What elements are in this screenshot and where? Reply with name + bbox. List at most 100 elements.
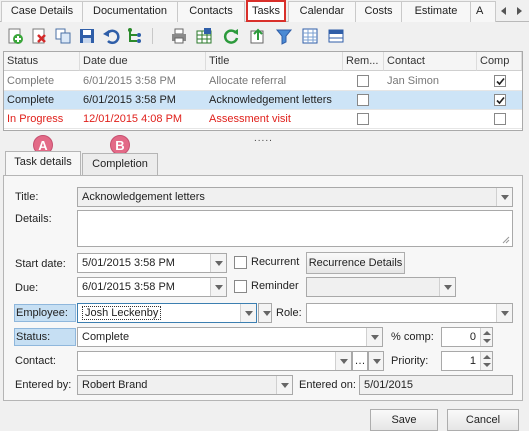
entered-on-value: 5/01/2015	[364, 379, 413, 391]
chevron-down-icon[interactable]	[210, 278, 226, 296]
contact-dropdown-button[interactable]	[368, 351, 384, 371]
table-row[interactable]: Complete 6/01/2015 3:58 PM Allocate refe…	[4, 72, 522, 91]
start-date-value: 5/01/2015 3:58 PM	[82, 257, 175, 269]
due-date-field[interactable]: 6/01/2015 3:58 PM	[77, 277, 227, 297]
title-value: Acknowledgement letters	[82, 191, 205, 203]
cell-status: In Progress	[7, 113, 64, 125]
add-icon[interactable]	[6, 27, 24, 45]
scroll-right-icon[interactable]	[512, 4, 526, 18]
reminder-date-field[interactable]	[306, 277, 456, 297]
recurrent-label: Recurrent	[251, 256, 300, 268]
filter-icon[interactable]	[275, 27, 293, 45]
entered-on-label: Entered on:	[299, 379, 356, 391]
table-row-selected[interactable]: Complete 6/01/2015 3:58 PM Acknowledgeme…	[4, 91, 522, 110]
reminder-checkbox[interactable]	[234, 280, 247, 293]
priority-field[interactable]: 1	[441, 351, 493, 371]
reminder-checkbox[interactable]	[357, 94, 369, 106]
role-label: Role:	[276, 307, 302, 319]
title-field[interactable]: Acknowledgement letters	[77, 187, 513, 207]
complete-checkbox[interactable]	[494, 75, 506, 87]
copy-icon[interactable]	[54, 27, 72, 45]
tab-costs[interactable]: Costs	[355, 1, 402, 22]
employee-value: Josh Leckenby	[82, 306, 162, 320]
column-header-reminder[interactable]: Rem...	[343, 52, 384, 71]
cell-status: Complete	[7, 75, 55, 87]
role-field[interactable]	[306, 303, 513, 323]
save-button[interactable]: Save	[370, 409, 438, 431]
upload-icon[interactable]	[249, 27, 267, 45]
tree-icon[interactable]	[126, 27, 144, 45]
chevron-down-icon[interactable]	[439, 278, 455, 296]
chevron-down-icon[interactable]	[259, 304, 271, 322]
module-tab-strip: Case Details Documentation Contacts Task…	[0, 0, 529, 22]
entered-by-field[interactable]: Robert Brand	[77, 375, 293, 395]
tab-completion[interactable]: Completion	[82, 153, 158, 175]
column-header-title[interactable]: Title	[206, 52, 343, 71]
chevron-down-icon[interactable]	[276, 376, 292, 394]
percent-complete-value: 0	[469, 331, 476, 343]
contact-browse-button[interactable]: …	[352, 351, 368, 371]
recurrence-details-button[interactable]: Recurrence Details	[306, 252, 405, 274]
save-icon[interactable]	[78, 27, 96, 45]
priority-label: Priority:	[391, 355, 429, 367]
chevron-down-icon[interactable]	[366, 328, 382, 346]
employee-dropdown-button[interactable]	[258, 303, 272, 323]
grid-icon[interactable]	[301, 27, 319, 45]
print-icon[interactable]	[170, 27, 188, 45]
chevron-down-icon[interactable]	[496, 304, 512, 322]
employee-label: Employee:	[14, 304, 76, 322]
column-header-status[interactable]: Status	[4, 52, 80, 71]
chevron-down-icon[interactable]	[369, 352, 383, 370]
reminder-checkbox[interactable]	[357, 113, 369, 125]
column-header-date-due[interactable]: Date due	[80, 52, 206, 71]
start-date-label: Start date:	[15, 258, 66, 270]
scroll-left-icon[interactable]	[497, 4, 511, 18]
table-row[interactable]: In Progress 12/01/2015 4:08 PM Assessmen…	[4, 110, 522, 129]
tab-case-details[interactable]: Case Details	[1, 1, 83, 22]
annotation-badge-b: B	[110, 135, 130, 155]
spinner-icon[interactable]	[480, 352, 492, 370]
cell-contact: Jan Simon	[387, 75, 439, 87]
percent-complete-field[interactable]: 0	[441, 327, 493, 347]
status-value: Complete	[82, 331, 130, 343]
cancel-button[interactable]: Cancel	[447, 409, 519, 431]
tab-task-details[interactable]: Task details	[5, 151, 81, 176]
cell-title: Assessment visit	[209, 113, 291, 125]
cell-title: Allocate referral	[209, 75, 287, 87]
employee-field[interactable]: Josh Leckenby	[77, 303, 257, 323]
delete-icon[interactable]	[30, 27, 48, 45]
cell-date-due: 12/01/2015 4:08 PM	[83, 113, 183, 125]
due-date-value: 6/01/2015 3:58 PM	[82, 281, 175, 293]
recurrent-checkbox[interactable]	[234, 256, 247, 269]
tab-estimate[interactable]: Estimate	[401, 1, 471, 22]
chevron-down-icon[interactable]	[335, 352, 351, 370]
columns-icon[interactable]	[327, 27, 345, 45]
chevron-down-icon[interactable]	[210, 254, 226, 272]
toolbar-separator	[152, 28, 153, 44]
splitter-handle[interactable]: .....	[254, 134, 274, 144]
spinner-icon[interactable]	[480, 328, 492, 346]
complete-checkbox[interactable]	[494, 94, 506, 106]
details-label: Details:	[15, 213, 52, 225]
refresh-icon[interactable]	[222, 27, 240, 45]
contact-field[interactable]	[77, 351, 352, 371]
tab-tasks[interactable]: Tasks	[246, 0, 286, 22]
reminder-checkbox[interactable]	[357, 75, 369, 87]
resize-grip-icon[interactable]	[502, 236, 510, 244]
details-field[interactable]	[77, 210, 513, 247]
tab-contacts[interactable]: Contacts	[177, 1, 245, 22]
chevron-down-icon[interactable]	[240, 304, 256, 322]
export-icon[interactable]	[195, 27, 213, 45]
status-field[interactable]: Complete	[77, 327, 383, 347]
column-header-complete[interactable]: Comp	[477, 52, 522, 71]
column-header-contact[interactable]: Contact	[384, 52, 477, 71]
start-date-field[interactable]: 5/01/2015 3:58 PM	[77, 253, 227, 273]
tab-overflow[interactable]: A	[470, 1, 496, 22]
dialog-button-bar: Save Cancel	[0, 402, 529, 431]
complete-checkbox[interactable]	[494, 113, 506, 125]
cell-contact	[384, 110, 477, 129]
tab-calendar[interactable]: Calendar	[288, 1, 356, 22]
undo-icon[interactable]	[102, 27, 120, 45]
tab-documentation[interactable]: Documentation	[82, 1, 178, 22]
chevron-down-icon[interactable]	[496, 188, 512, 206]
